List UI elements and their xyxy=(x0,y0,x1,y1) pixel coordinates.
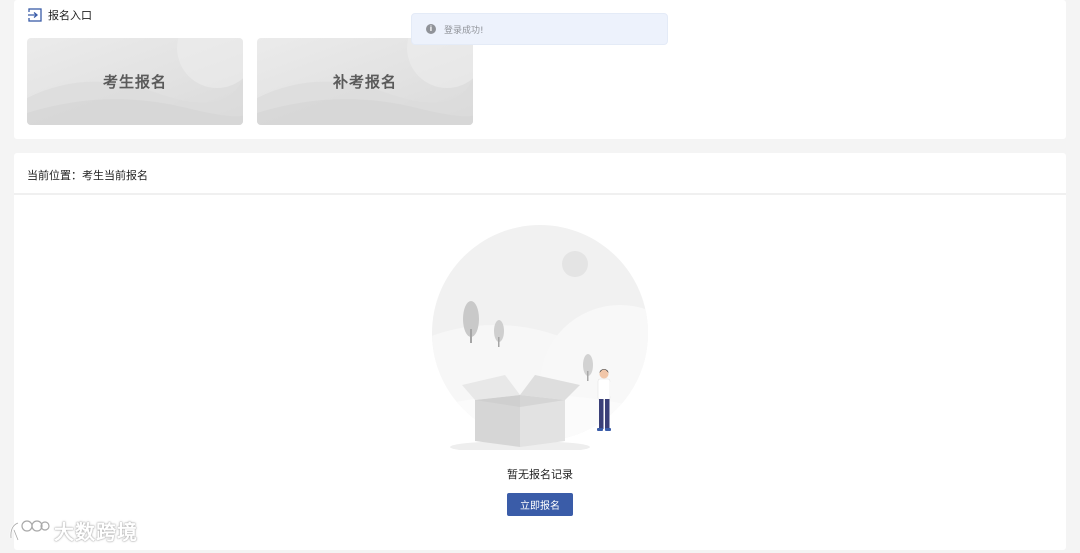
register-now-button[interactable]: 立即报名 xyxy=(507,493,573,516)
empty-box-illustration xyxy=(432,225,648,450)
toast-message: 登录成功! xyxy=(444,25,484,36)
divider xyxy=(14,193,1066,195)
login-entry-icon xyxy=(28,8,42,22)
breadcrumb: 当前位置：考生当前报名 xyxy=(27,169,148,182)
entry-header: 报名入口 xyxy=(28,7,92,23)
watermark-text: 大数跨境 xyxy=(54,520,138,544)
candidate-registration-label: 考生报名 xyxy=(102,73,167,91)
login-success-toast: i 登录成功! xyxy=(411,13,668,45)
watermark: 大数跨境 xyxy=(8,516,138,545)
makeup-registration-card[interactable]: 补考报名 xyxy=(257,38,473,125)
info-icon: i xyxy=(426,24,436,34)
current-registration-panel: 当前位置：考生当前报名 暂无报名记录 立即报名 xyxy=(14,153,1066,550)
watermark-logo-icon xyxy=(9,519,50,540)
empty-state-text: 暂无报名记录 xyxy=(507,468,573,481)
entry-title: 报名入口 xyxy=(48,9,92,22)
candidate-registration-card[interactable]: 考生报名 xyxy=(27,38,243,125)
makeup-registration-label: 补考报名 xyxy=(332,73,397,91)
